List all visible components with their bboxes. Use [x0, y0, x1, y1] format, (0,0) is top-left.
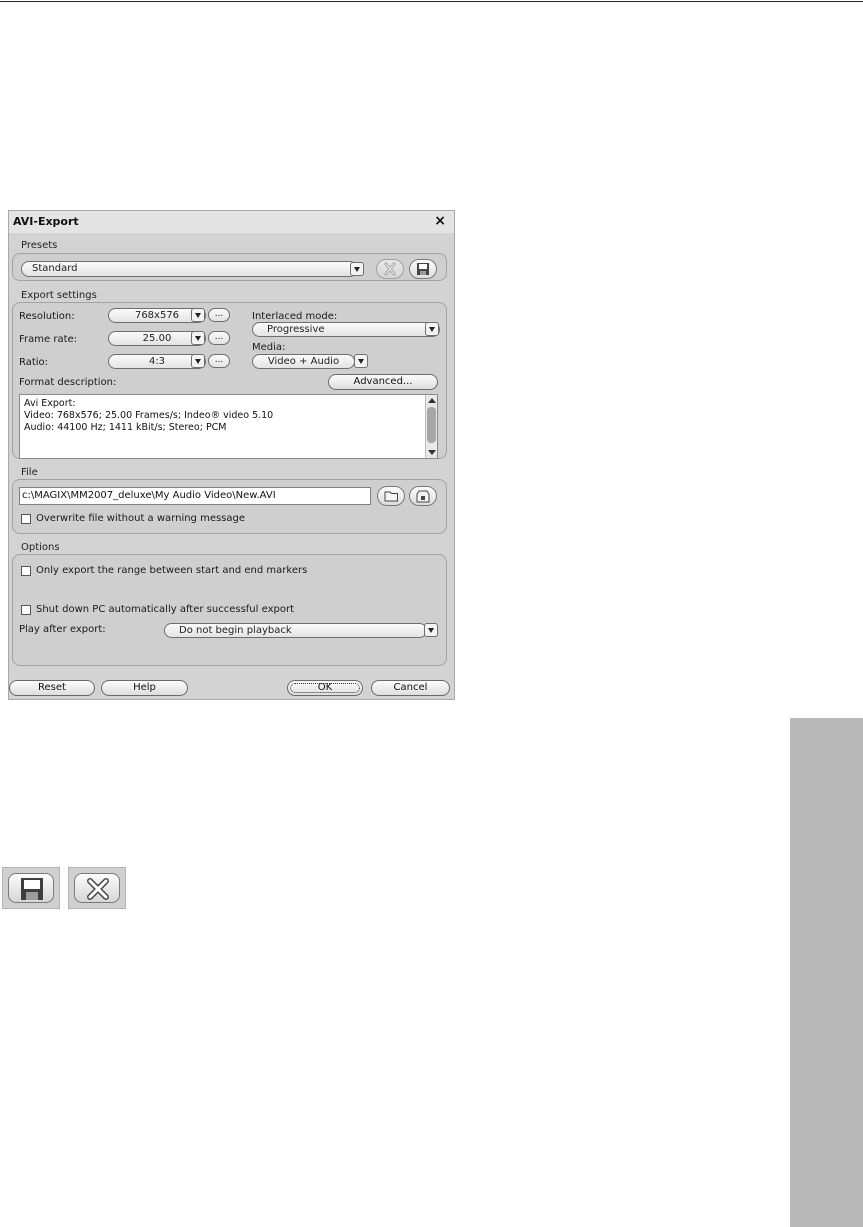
- advanced-button[interactable]: Advanced...: [328, 374, 438, 390]
- save-icon-large: [2, 867, 60, 909]
- reset-button[interactable]: Reset: [9, 680, 95, 696]
- interlaced-mode-dropdown[interactable]: Progressive: [252, 322, 440, 337]
- save-icon-frame: [8, 873, 54, 903]
- delete-icon: [384, 262, 396, 276]
- frame-rate-arrow-icon[interactable]: [191, 331, 205, 345]
- frame-rate-label: Frame rate:: [19, 334, 78, 345]
- play-after-export-label: Play after export:: [19, 624, 106, 635]
- export-settings-section-label: Export settings: [21, 290, 97, 301]
- options-section-label: Options: [21, 542, 60, 553]
- interlaced-mode-arrow-icon[interactable]: [425, 322, 439, 336]
- cancel-button[interactable]: Cancel: [371, 680, 450, 696]
- interlaced-mode-value: Progressive: [267, 324, 325, 335]
- play-after-export-value: Do not begin playback: [179, 625, 292, 636]
- top-rule: [0, 1, 863, 2]
- save-preset-button[interactable]: [409, 259, 437, 279]
- range-only-label: Only export the range between start and …: [36, 565, 308, 576]
- presets-dropdown[interactable]: Standard: [21, 261, 358, 277]
- resolution-more-button[interactable]: ...: [208, 308, 230, 322]
- shutdown-label: Shut down PC automatically after success…: [36, 604, 294, 615]
- close-icon[interactable]: ×: [434, 213, 446, 229]
- presets-section-label: Presets: [21, 240, 58, 251]
- description-line: Avi Export:: [24, 398, 76, 409]
- scroll-up-icon[interactable]: [428, 398, 436, 403]
- format-description-box: Avi Export: Video: 768x576; 25.00 Frames…: [19, 394, 438, 459]
- overwrite-checkbox[interactable]: [21, 514, 31, 524]
- scroll-down-icon[interactable]: [428, 450, 436, 455]
- ratio-more-button[interactable]: ...: [208, 354, 230, 368]
- save-location-button[interactable]: [409, 486, 437, 506]
- frame-rate-more-button[interactable]: ...: [208, 331, 230, 345]
- help-button[interactable]: Help: [101, 680, 188, 696]
- file-path-input[interactable]: c:\MAGIX\MM2007_deluxe\My Audio Video\Ne…: [19, 487, 371, 505]
- interlaced-mode-label: Interlaced mode:: [252, 311, 338, 322]
- delete-icon-frame: [74, 873, 120, 903]
- delete-preset-button[interactable]: [376, 259, 404, 279]
- overwrite-label: Overwrite file without a warning message: [36, 513, 246, 524]
- ratio-arrow-icon[interactable]: [191, 354, 205, 368]
- format-description-label: Format description:: [19, 377, 117, 388]
- presets-selected: Standard: [32, 263, 78, 274]
- play-after-export-dropdown[interactable]: Do not begin playback: [164, 623, 427, 638]
- range-only-checkbox[interactable]: [21, 566, 31, 576]
- play-after-export-arrow-icon[interactable]: [424, 623, 438, 637]
- folder-icon: [384, 491, 398, 502]
- drive-icon: [416, 490, 430, 503]
- presets-dropdown-arrow-icon[interactable]: [350, 262, 364, 276]
- browse-folder-button[interactable]: [377, 486, 405, 506]
- media-arrow-icon[interactable]: [354, 354, 368, 368]
- save-icon: [21, 878, 43, 900]
- ratio-label: Ratio:: [19, 357, 49, 368]
- resolution-arrow-icon[interactable]: [191, 308, 205, 322]
- shutdown-checkbox[interactable]: [21, 605, 31, 615]
- file-section-label: File: [21, 467, 38, 478]
- delete-icon: [87, 878, 109, 900]
- side-tab: [790, 718, 863, 1227]
- media-dropdown[interactable]: Video + Audio: [252, 354, 355, 369]
- scroll-thumb[interactable]: [427, 407, 436, 443]
- resolution-label: Resolution:: [19, 311, 75, 322]
- title-bar: AVI-Export ×: [9, 211, 454, 233]
- media-label: Media:: [252, 342, 286, 353]
- description-line: Video: 768x576; 25.00 Frames/s; Indeo® v…: [24, 410, 274, 421]
- avi-export-dialog: AVI-Export × Presets Standard Export set…: [8, 210, 455, 700]
- dialog-title: AVI-Export: [13, 215, 79, 228]
- delete-icon-large: [68, 867, 126, 909]
- save-icon: [417, 263, 429, 275]
- description-scrollbar[interactable]: [425, 395, 437, 458]
- description-line: Audio: 44100 Hz; 1411 kBit/s; Stereo; PC…: [24, 422, 227, 433]
- media-value: Video + Audio: [267, 356, 340, 367]
- ok-button[interactable]: OK: [287, 680, 363, 696]
